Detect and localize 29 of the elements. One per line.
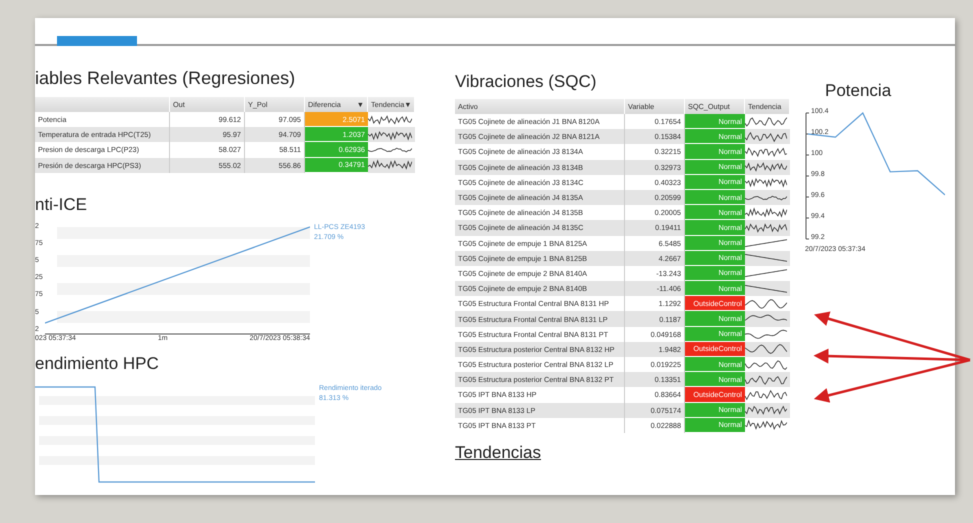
section-title: iables Relevantes (Regresiones) <box>35 68 296 89</box>
sparkline-drawing <box>745 419 787 432</box>
sparkline-drawing <box>745 222 787 234</box>
chart-title: Potencia <box>824 81 892 101</box>
sparkline-drawing <box>745 328 787 340</box>
sparkline-drawing <box>745 388 787 401</box>
sparkline-drawing <box>368 159 412 172</box>
header-tab[interactable] <box>57 36 137 46</box>
section-title: nti-ICE <box>35 194 88 215</box>
sparkline-drawing <box>745 206 787 219</box>
sparkline-drawing <box>745 282 787 295</box>
sparkline-drawing <box>745 176 787 188</box>
sparkline-drawing <box>745 252 787 264</box>
sparkline-drawing <box>745 267 787 280</box>
sparkline-drawing <box>745 404 787 416</box>
sparkline-drawing <box>745 161 787 174</box>
sparkline-drawing <box>368 114 412 126</box>
tendencias-link[interactable]: Tendencias <box>455 442 542 462</box>
sparkline-drawing <box>745 130 787 143</box>
sparkline-drawing <box>745 343 787 356</box>
section-title: endimiento HPC <box>35 354 160 374</box>
sparkline-drawing <box>745 146 787 158</box>
sparkline-drawing <box>745 358 787 371</box>
sparkline-drawing <box>745 374 787 386</box>
sparkline-drawing <box>745 116 787 128</box>
sparkline-drawing <box>368 128 412 141</box>
sparkline-drawing <box>745 237 787 250</box>
section-title: Vibraciones (SQC) <box>455 72 598 92</box>
sparkline-drawing <box>745 298 787 310</box>
